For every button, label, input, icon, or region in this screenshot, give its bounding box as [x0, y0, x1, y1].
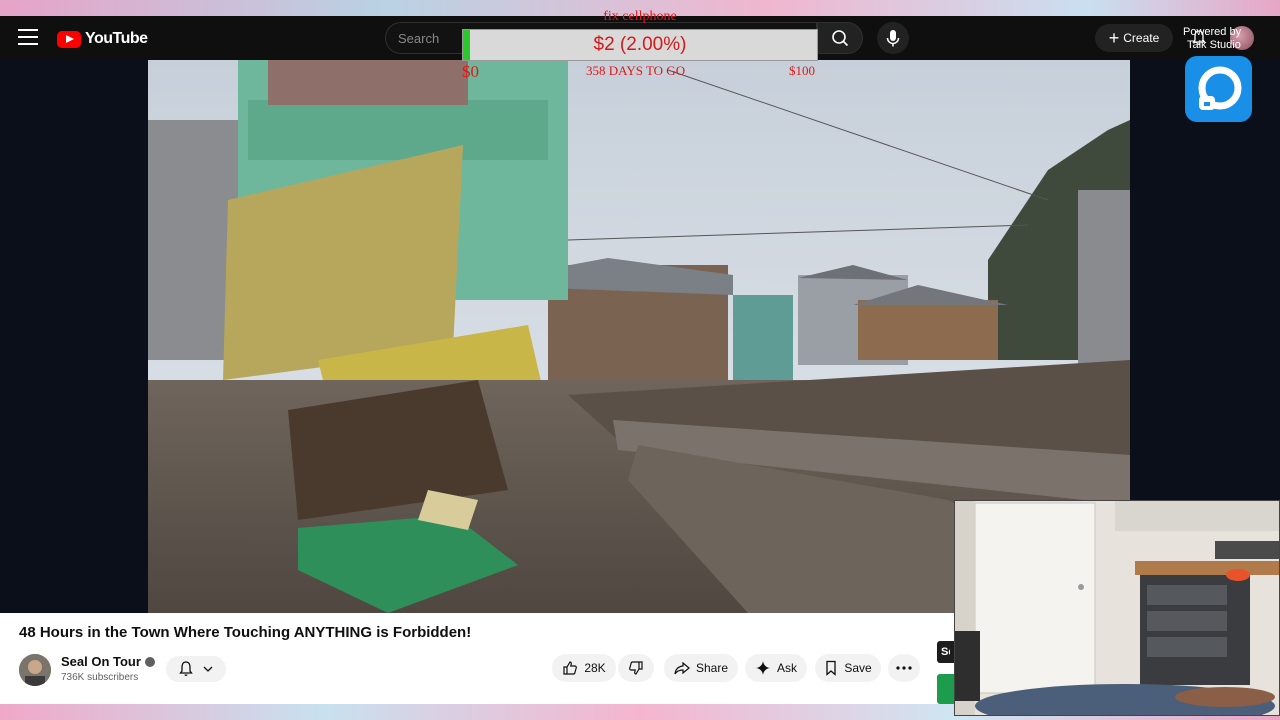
side-chip[interactable]: Sea	[937, 641, 954, 663]
save-label: Save	[844, 661, 872, 675]
webcam-scene	[955, 501, 1279, 715]
ask-button[interactable]: Ask	[745, 654, 807, 682]
thumbs-down-icon	[629, 661, 643, 675]
webcam-overlay	[954, 500, 1280, 716]
share-icon	[674, 661, 690, 675]
goal-days-remaining: 358 DAYS TO GO	[586, 63, 686, 78]
more-horizontal-icon	[896, 666, 912, 670]
share-button[interactable]: Share	[664, 654, 738, 682]
goal-progress-bar: $2 (2.00%)	[462, 29, 818, 61]
bell-icon	[179, 661, 193, 676]
goal-end-label: $100	[789, 63, 815, 78]
more-actions-button[interactable]	[888, 654, 920, 682]
plus-icon: +	[1108, 28, 1120, 48]
create-button[interactable]: + Create	[1095, 24, 1173, 52]
page-left-margin	[0, 60, 148, 613]
chevron-down-icon	[203, 666, 213, 672]
microphone-icon	[886, 30, 900, 47]
voice-search-button[interactable]	[877, 22, 909, 54]
talk-studio-logo[interactable]	[1185, 56, 1252, 122]
search-icon	[832, 30, 849, 47]
like-button[interactable]: 28K	[552, 654, 616, 682]
channel-name-text: Seal On Tour	[61, 654, 141, 669]
verified-badge-icon	[144, 656, 155, 667]
hamburger-menu-icon[interactable]	[18, 29, 38, 45]
ask-label: Ask	[776, 661, 797, 675]
side-green-button[interactable]	[937, 674, 954, 704]
side-chip-text: Sea	[941, 646, 950, 658]
video-title: 48 Hours in the Town Where Touching ANYT…	[19, 624, 472, 641]
thumbs-up-icon	[563, 661, 578, 675]
channel-name[interactable]: Seal On Tour	[61, 654, 155, 669]
powered-by-label: Powered by Talk Studio	[1183, 26, 1273, 52]
subscribed-notifications-button[interactable]	[166, 656, 226, 682]
channel-avatar[interactable]	[19, 654, 51, 686]
talk-studio-text: Talk Studio	[1187, 39, 1241, 51]
search-button[interactable]	[817, 22, 863, 54]
talk-studio-icon	[1198, 66, 1242, 110]
youtube-play-icon	[57, 30, 81, 48]
youtube-logo-text: YouTube	[85, 30, 148, 47]
create-label: Create	[1123, 31, 1160, 45]
goal-start-label: $0	[462, 62, 479, 81]
goal-title: fix cellphone	[603, 9, 677, 24]
channel-avatar-image	[19, 654, 51, 686]
save-button[interactable]: Save	[815, 654, 881, 682]
dislike-button[interactable]	[618, 654, 654, 682]
youtube-logo[interactable]: YouTube	[57, 29, 148, 49]
search-input[interactable]	[398, 29, 458, 47]
powered-by-text: Powered by	[1183, 26, 1242, 38]
page-right-margin	[1130, 60, 1280, 500]
sparkle-icon	[755, 661, 770, 675]
subscriber-count: 736K subscribers	[61, 672, 139, 683]
share-label: Share	[695, 661, 729, 675]
bookmark-icon	[826, 660, 836, 676]
like-count: 28K	[584, 661, 606, 675]
goal-amount: $2 (2.00%)	[593, 34, 687, 55]
